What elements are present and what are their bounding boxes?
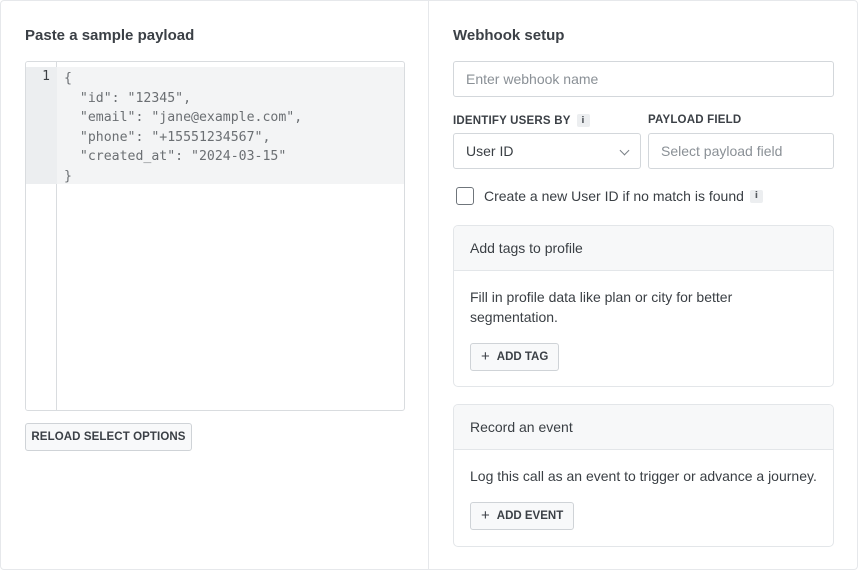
webhook-name-placeholder: Enter webhook name xyxy=(466,71,599,87)
editor-gutter-active-line xyxy=(26,67,57,184)
record-event-description: Log this call as an event to trigger or … xyxy=(470,468,817,484)
chevron-down-icon xyxy=(619,145,630,156)
identify-users-select[interactable]: User ID xyxy=(453,133,641,169)
create-user-row: Create a new User ID if no match is foun… xyxy=(456,187,763,205)
identify-users-label-text: IDENTIFY USERS BY xyxy=(453,114,571,127)
editor-line-number: 1 xyxy=(42,69,50,84)
record-event-card: Record an event Log this call as an even… xyxy=(453,404,834,547)
record-event-card-body: Log this call as an event to trigger or … xyxy=(454,450,833,530)
add-event-button[interactable]: + ADD EVENT xyxy=(470,502,575,530)
add-tags-card-header: Add tags to profile xyxy=(454,226,833,271)
payload-code-editor[interactable]: 1 { "id": "12345", "email": "jane@exampl… xyxy=(25,61,405,411)
add-event-button-label: ADD EVENT xyxy=(496,510,564,522)
plus-icon: + xyxy=(481,348,490,365)
add-tags-description: Fill in profile data like plan or city f… xyxy=(470,289,733,325)
plus-icon: + xyxy=(481,507,490,524)
info-icon[interactable]: i xyxy=(576,114,590,127)
payload-field-label-text: PAYLOAD FIELD xyxy=(648,114,742,126)
identify-users-selected-value: User ID xyxy=(466,143,514,159)
info-icon[interactable]: i xyxy=(749,189,763,203)
payload-field-select[interactable]: Select payload field xyxy=(648,133,834,169)
payload-field-label: PAYLOAD FIELD xyxy=(648,114,741,126)
payload-field-placeholder: Select payload field xyxy=(661,143,783,159)
payload-section: Paste a sample payload 1 { "id": "12345"… xyxy=(1,1,429,569)
reload-select-options-button[interactable]: RELOAD SELECT OPTIONS xyxy=(25,423,192,451)
add-tag-button[interactable]: + ADD TAG xyxy=(470,343,560,371)
add-tag-button-label: ADD TAG xyxy=(496,351,549,363)
webhook-setup-section: Webhook setup Enter webhook name IDENTIF… xyxy=(429,1,857,569)
create-user-checkbox[interactable] xyxy=(456,187,474,205)
editor-code-text[interactable]: { "id": "12345", "email": "jane@example.… xyxy=(64,69,302,187)
identify-users-label: IDENTIFY USERS BY i xyxy=(453,114,590,127)
add-tags-card: Add tags to profile Fill in profile data… xyxy=(453,225,834,387)
payload-section-title: Paste a sample payload xyxy=(25,27,195,44)
webhook-setup-title: Webhook setup xyxy=(453,27,565,44)
webhook-config-panel: Paste a sample payload 1 { "id": "12345"… xyxy=(0,0,858,570)
create-user-checkbox-label[interactable]: Create a new User ID if no match is foun… xyxy=(484,188,744,204)
add-tags-card-body: Fill in profile data like plan or city f… xyxy=(454,271,833,371)
record-event-card-header: Record an event xyxy=(454,405,833,450)
webhook-name-input[interactable]: Enter webhook name xyxy=(453,61,834,97)
